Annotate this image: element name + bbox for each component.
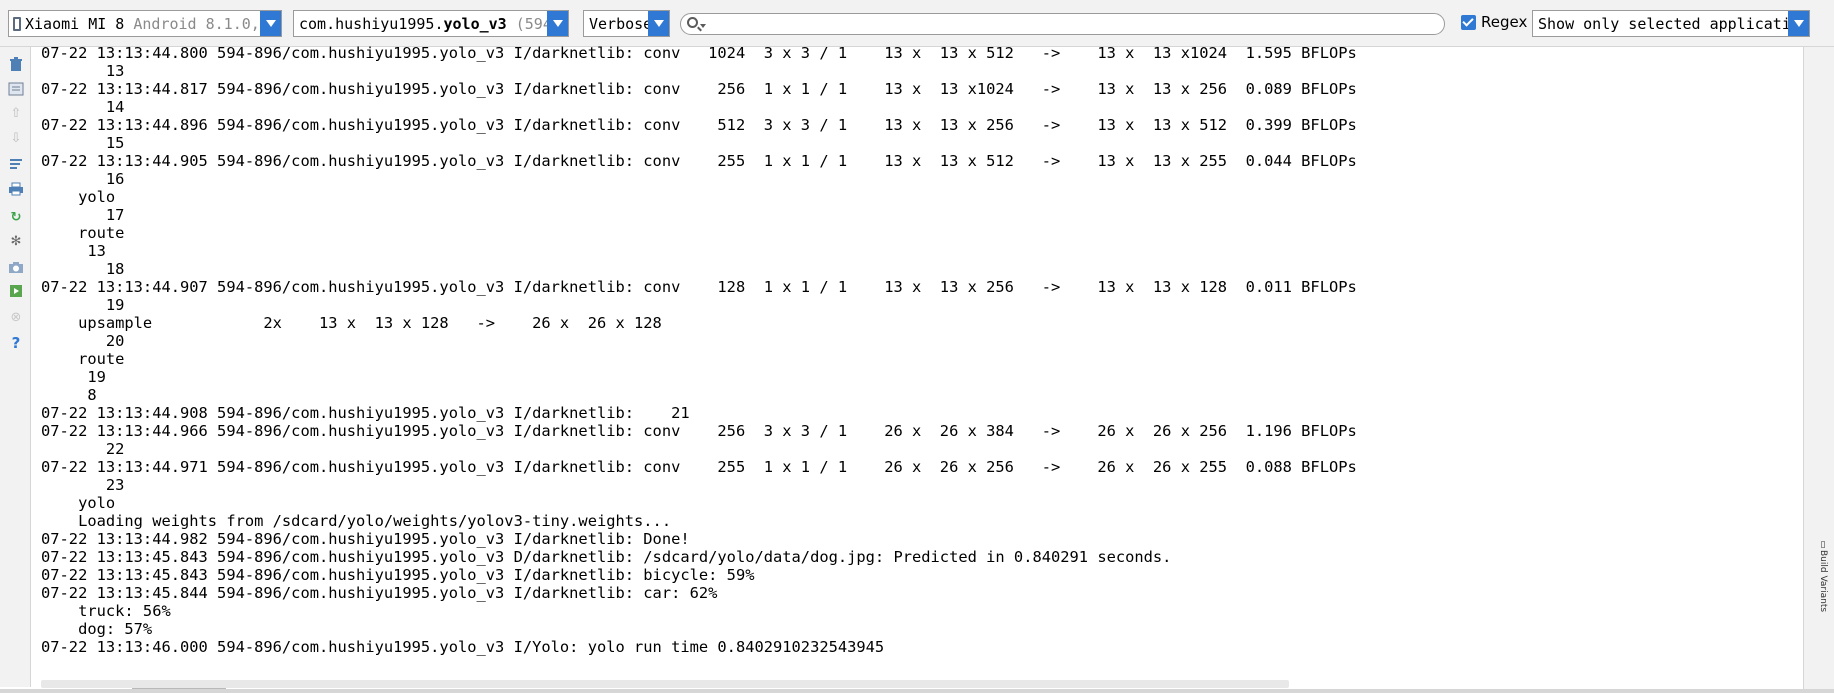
process-dropdown-value: com.hushiyu1995.yolo_v3 (594) xyxy=(294,15,547,33)
log-line: route xyxy=(41,224,125,242)
log-line: yolo xyxy=(41,188,116,206)
print-icon[interactable] xyxy=(8,181,24,197)
chevron-down-icon[interactable] xyxy=(648,11,669,36)
logcat-output[interactable]: 07-22 13:13:44.800 594-896/com.hushiyu19… xyxy=(41,44,1801,664)
settings-icon[interactable]: ✻ xyxy=(8,234,24,250)
help-icon[interactable]: ? xyxy=(8,335,24,351)
log-line: 07-22 13:13:44.971 594-896/com.hushiyu19… xyxy=(41,458,1357,476)
search-icon xyxy=(687,17,698,28)
log-line: 07-22 13:13:44.982 594-896/com.hushiyu19… xyxy=(41,530,690,548)
filter-dropdown-value: Show only selected application xyxy=(1538,14,1788,33)
log-level-dropdown[interactable]: Verbose xyxy=(583,10,670,37)
log-line: 07-22 13:13:44.907 594-896/com.hushiyu19… xyxy=(41,278,1357,296)
trash-icon[interactable] xyxy=(8,56,24,72)
log-line: 13 xyxy=(41,242,106,260)
device-dropdown-value: Xiaomi MI 8 Android 8.1.0, A xyxy=(23,15,260,33)
device-detail: Android 8.1.0, A xyxy=(133,14,260,33)
regex-checkbox[interactable]: Regex xyxy=(1461,13,1527,31)
log-line: 07-22 13:13:44.896 594-896/com.hushiyu19… xyxy=(41,116,1357,134)
process-package-name: yolo_v3 xyxy=(443,14,507,33)
log-line: Loading weights from /sdcard/yolo/weight… xyxy=(41,512,672,530)
log-level-value: Verbose xyxy=(589,14,648,33)
log-line: 07-22 13:13:45.844 594-896/com.hushiyu19… xyxy=(41,584,718,602)
log-line: 8 xyxy=(41,386,97,404)
search-history-icon[interactable] xyxy=(700,24,706,28)
phone-icon xyxy=(13,16,21,31)
down-arrow-icon[interactable]: ⇩ xyxy=(8,131,24,147)
log-line: 07-22 13:13:44.905 594-896/com.hushiyu19… xyxy=(41,152,1357,170)
log-line: 07-22 13:13:45.843 594-896/com.hushiyu19… xyxy=(41,548,1172,566)
log-line: 07-22 13:13:44.817 594-896/com.hushiyu19… xyxy=(41,80,1357,98)
screen-record-icon[interactable] xyxy=(8,283,24,299)
log-line: 20 xyxy=(41,332,125,350)
soft-wraps-icon[interactable] xyxy=(8,156,24,172)
process-pid: (594) xyxy=(515,14,547,33)
log-line: 13 xyxy=(41,62,125,80)
log-line: yolo xyxy=(41,494,116,512)
log-line: dog: 57% xyxy=(41,620,153,638)
search-input[interactable] xyxy=(680,13,1445,35)
horizontal-scrollbar-track[interactable] xyxy=(41,680,1289,688)
checkbox-checked-icon[interactable] xyxy=(1461,14,1476,30)
log-line: 19 xyxy=(41,368,106,386)
log-line: route xyxy=(41,350,125,368)
process-package-prefix: com.hushiyu1995. xyxy=(299,14,444,33)
log-line: 07-22 13:13:44.908 594-896/com.hushiyu19… xyxy=(41,404,690,422)
log-line: upsample 2x 13 x 13 x 128 -> 26 x 26 x 1… xyxy=(41,314,662,332)
log-line: 07-22 13:13:44.966 594-896/com.hushiyu19… xyxy=(41,422,1357,440)
restart-icon[interactable]: ↻ xyxy=(8,210,24,226)
chevron-down-icon[interactable] xyxy=(547,11,568,36)
process-dropdown[interactable]: com.hushiyu1995.yolo_v3 (594) xyxy=(293,10,569,37)
log-line: 07-22 13:13:44.800 594-896/com.hushiyu19… xyxy=(41,44,1357,62)
screenshot-icon[interactable] xyxy=(8,259,24,275)
bottom-edge xyxy=(0,689,1834,693)
log-line: 07-22 13:13:46.000 594-896/com.hushiyu19… xyxy=(41,638,885,656)
log-line: 15 xyxy=(41,134,125,152)
chevron-down-icon[interactable] xyxy=(1788,11,1809,36)
chevron-down-icon[interactable] xyxy=(260,11,281,36)
up-arrow-icon[interactable]: ⇧ xyxy=(8,106,24,122)
terminate-icon[interactable]: ⊗ xyxy=(8,310,24,326)
device-name: Xiaomi MI 8 xyxy=(25,14,125,33)
log-line: truck: 56% xyxy=(41,602,171,620)
log-line: 19 xyxy=(41,296,125,314)
logcat-toolbar: Xiaomi MI 8 Android 8.1.0, A com.hushiyu… xyxy=(0,0,1834,47)
regex-label: Regex xyxy=(1481,13,1528,31)
filter-dropdown[interactable]: Show only selected application xyxy=(1532,10,1810,37)
log-line: 18 xyxy=(41,260,125,278)
log-line: 07-22 13:13:45.843 594-896/com.hushiyu19… xyxy=(41,566,755,584)
log-line: 23 xyxy=(41,476,125,494)
device-dropdown[interactable]: Xiaomi MI 8 Android 8.1.0, A xyxy=(8,10,282,37)
scroll-to-end-icon[interactable] xyxy=(8,81,24,97)
log-line: 17 xyxy=(41,206,125,224)
build-variants-tab[interactable]: ▯Build Variants xyxy=(1818,540,1828,612)
log-line: 16 xyxy=(41,170,125,188)
log-line: 14 xyxy=(41,98,125,116)
log-line: 22 xyxy=(41,440,125,458)
logcat-side-toolbar: ⇧ ⇩ ↻ ✻ ⊗ ? xyxy=(0,47,31,687)
